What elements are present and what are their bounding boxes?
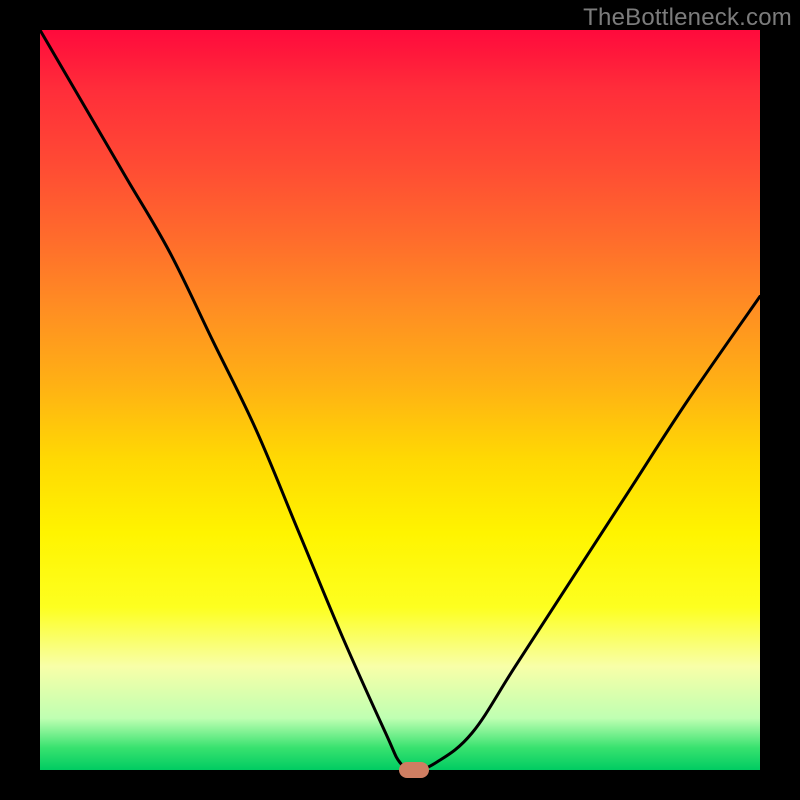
- watermark-text: TheBottleneck.com: [583, 4, 792, 32]
- minimum-marker: [399, 762, 429, 778]
- curve-path: [40, 30, 760, 770]
- plot-area: [40, 30, 760, 770]
- chart-frame: TheBottleneck.com: [0, 0, 800, 800]
- bottleneck-curve: [40, 30, 760, 770]
